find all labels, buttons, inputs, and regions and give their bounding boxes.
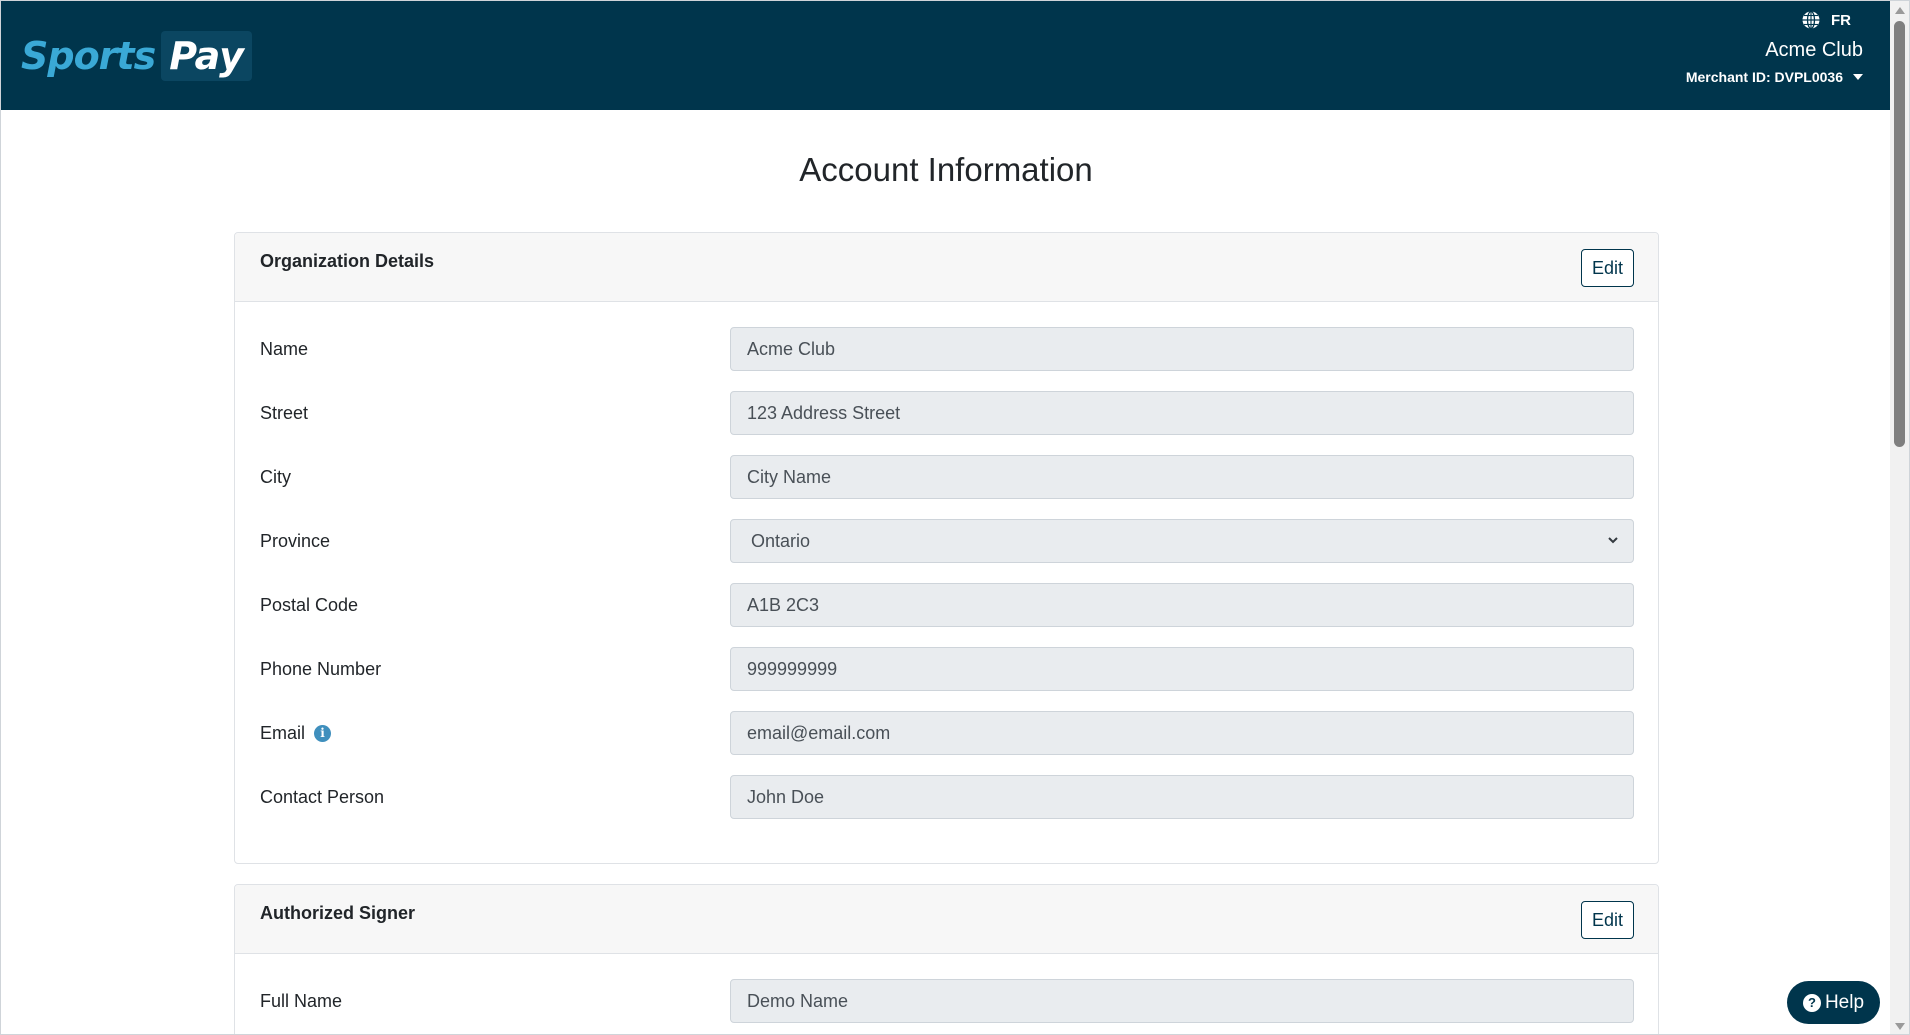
province-select[interactable]: Ontario (730, 519, 1634, 563)
contact-person-row: Contact Person (235, 775, 1658, 839)
organization-edit-button[interactable]: Edit (1580, 249, 1634, 287)
contact-person-input[interactable] (730, 775, 1634, 819)
logo-sports-text: Sports (21, 34, 156, 78)
signer-card-title: Authorized Signer (260, 903, 416, 923)
scroll-up-arrow-icon[interactable] (1895, 7, 1905, 14)
street-row: Street (235, 391, 1658, 455)
scrollbar-thumb[interactable] (1894, 21, 1905, 447)
name-label: Name (260, 339, 309, 359)
app-window: Sports Pay FR Acme Club Merchant ID: DVP… (0, 0, 1910, 1035)
city-row: City (235, 455, 1658, 519)
signer-card-body: Full Name (235, 954, 1658, 1034)
help-button[interactable]: ? Help (1787, 981, 1880, 1024)
organization-card-title: Organization Details (260, 251, 435, 271)
email-label: Email i (260, 723, 332, 744)
caret-down-icon (1853, 74, 1863, 80)
scroll-down-arrow-icon[interactable] (1895, 1023, 1905, 1030)
language-label: FR (1831, 11, 1851, 29)
vertical-scrollbar[interactable] (1890, 1, 1909, 1034)
phone-row: Phone Number (235, 647, 1658, 711)
authorized-signer-card: Authorized Signer Edit Full Name (234, 884, 1659, 1034)
merchant-dropdown[interactable]: Merchant ID: DVPL0036 (1686, 69, 1863, 85)
info-icon[interactable]: i (314, 725, 332, 742)
merchant-id-label: Merchant ID: DVPL0036 (1685, 69, 1843, 85)
page-title: Account Information (799, 151, 1093, 188)
province-row: Province Ontario (235, 519, 1658, 583)
logo-pay-text: Pay (161, 31, 252, 81)
chevron-down-icon (1608, 537, 1618, 544)
email-row: Email i (235, 711, 1658, 775)
top-header: Sports Pay FR Acme Club Merchant ID: DVP… (1, 1, 1891, 110)
postal-code-input[interactable] (730, 583, 1634, 627)
sportspay-logo[interactable]: Sports Pay (21, 31, 252, 81)
club-name: Acme Club (1765, 39, 1863, 61)
organization-details-card: Organization Details Edit Name Street Ci… (234, 232, 1659, 864)
signer-edit-button[interactable]: Edit (1580, 901, 1634, 939)
email-input[interactable] (730, 711, 1634, 755)
postal-code-label: Postal Code (260, 595, 359, 615)
name-input[interactable] (730, 327, 1634, 371)
contact-person-label: Contact Person (260, 787, 385, 807)
full-name-row: Full Name (235, 979, 1658, 1034)
organization-card-header: Organization Details Edit (235, 233, 1658, 302)
full-name-label: Full Name (260, 991, 343, 1011)
province-selected-value: Ontario (751, 531, 811, 551)
organization-card-body: Name Street City Province Ontario (235, 302, 1658, 839)
signer-card-header: Authorized Signer Edit (235, 885, 1658, 954)
city-input[interactable] (730, 455, 1634, 499)
phone-input[interactable] (730, 647, 1634, 691)
full-name-input[interactable] (730, 979, 1634, 1023)
question-icon: ? (1802, 993, 1821, 1012)
city-label: City (260, 467, 291, 487)
globe-icon (1802, 10, 1820, 30)
province-label: Province (260, 531, 331, 551)
street-label: Street (260, 403, 309, 423)
postal-code-row: Postal Code (235, 583, 1658, 647)
phone-label: Phone Number (260, 659, 382, 679)
help-label: Help (1824, 991, 1865, 1013)
language-toggle[interactable]: FR (1801, 10, 1851, 30)
street-input[interactable] (730, 391, 1634, 435)
name-row: Name (235, 327, 1658, 391)
